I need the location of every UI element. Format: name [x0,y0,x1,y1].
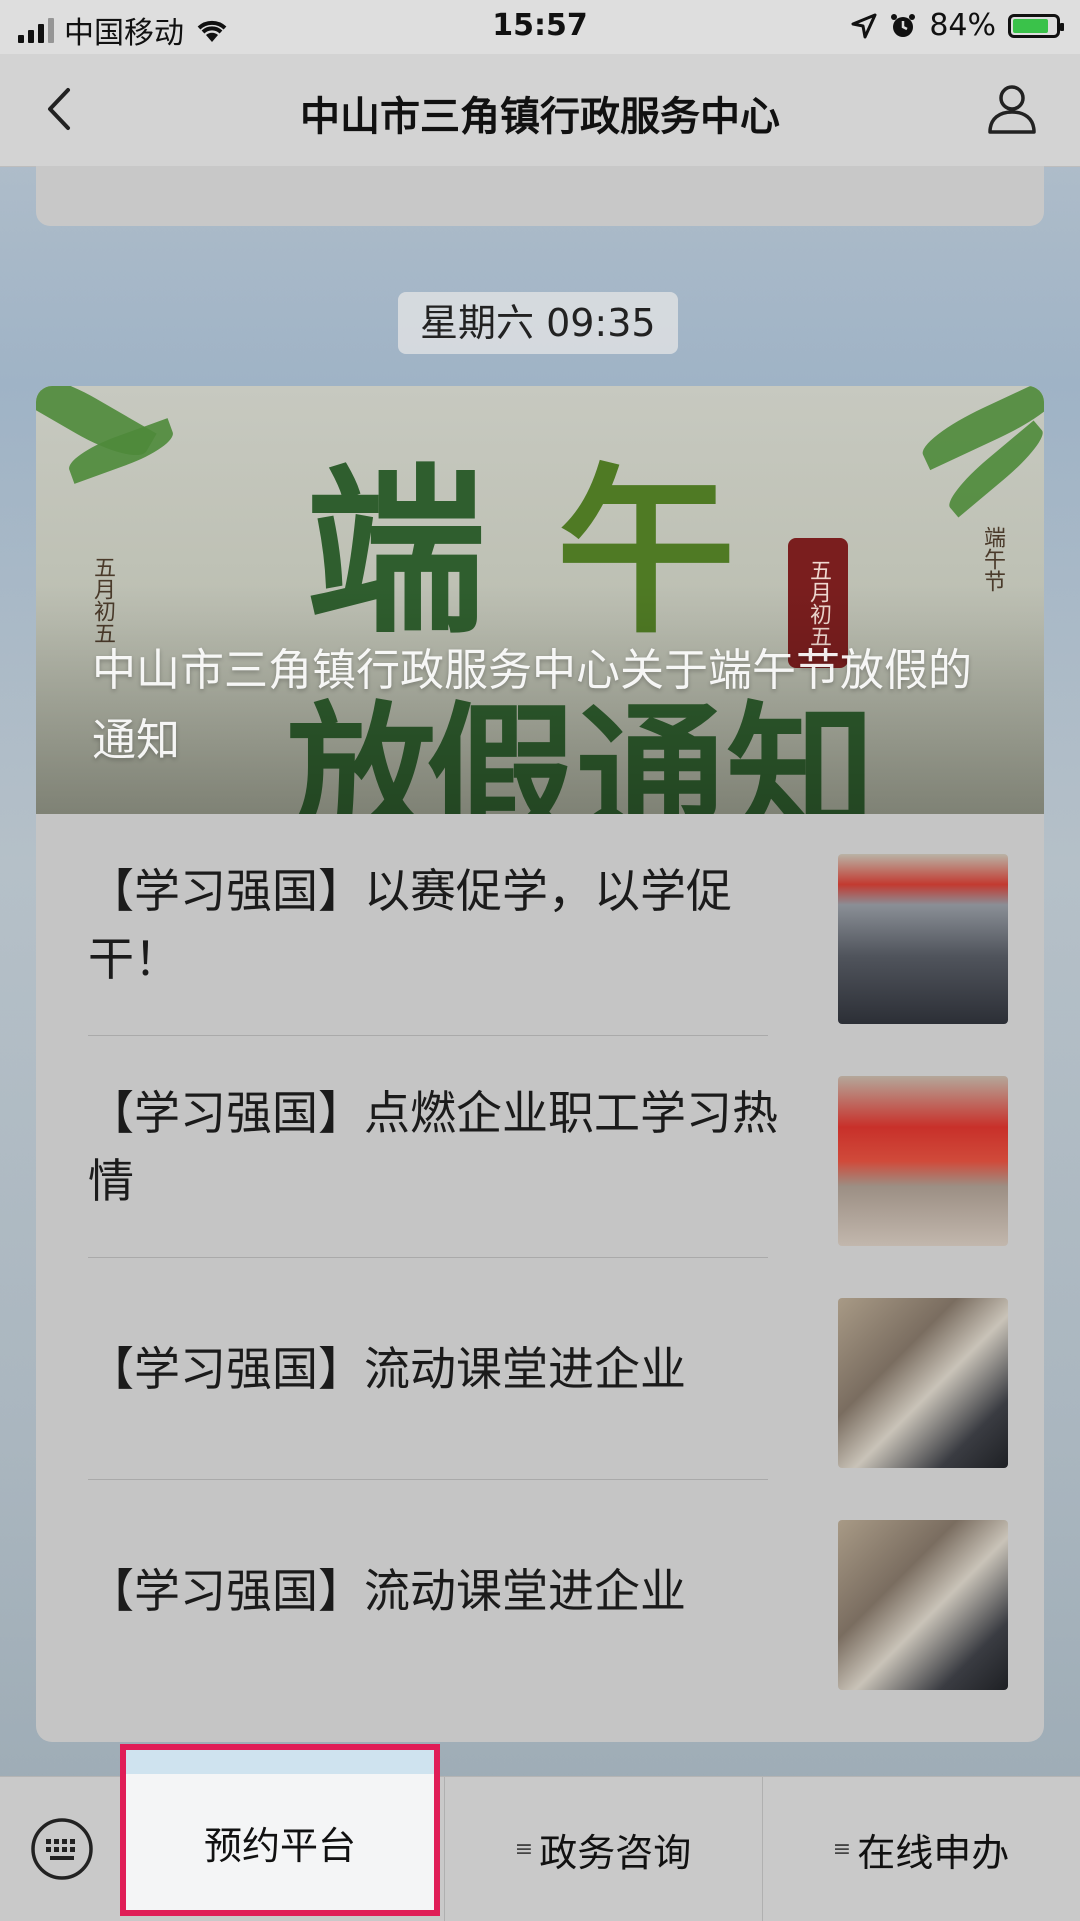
list-item[interactable]: 【学习强国】流动课堂进企业 [88,1480,1008,1702]
news-title: 【学习强国】点燃企业职工学习热情 [88,1086,778,1208]
news-card: 端 午 放 假 通 知 五月初五 五月初五 端午节 中山市三角镇行政服务中心关于… [36,386,1044,1742]
battery-icon [1008,13,1064,38]
battery-fill [1013,18,1048,33]
news-thumbnail [838,1298,1008,1468]
previous-message-card [36,166,1044,226]
status-right: 84% [851,8,1064,43]
signal-icon [18,17,54,43]
menu-label: 预约平台 [203,1823,356,1868]
menu-label: 政务咨询 [539,1830,692,1875]
battery-percent: 84% [929,8,996,43]
location-arrow-icon [851,13,877,38]
menu-label: 在线申办 [857,1830,1010,1875]
hero-side-text-right: 端午节 [980,526,1005,592]
list-item[interactable]: 【学习强国】以赛促学，以学促干！ [88,814,1008,1036]
menu-item-consult[interactable]: ≡ 政务咨询 [444,1777,762,1921]
hero-title: 中山市三角镇行政服务中心关于端午节放假的通知 [92,645,972,766]
news-title: 【学习强国】流动课堂进企业 [88,1342,686,1396]
hero-article[interactable]: 端 午 放 假 通 知 五月初五 五月初五 端午节 中山市三角镇行政服务中心关于… [36,386,1044,814]
wifi-icon [197,20,227,42]
news-title: 【学习强国】流动课堂进企业 [88,1564,686,1618]
status-bar: 中国移动 15:57 84% [0,0,1080,54]
news-thumbnail [838,1520,1008,1690]
status-left: 中国移动 [18,8,230,52]
list-item[interactable]: 【学习强国】流动课堂进企业 [88,1258,1008,1480]
carrier-label: 中国移动 [64,16,184,51]
news-title: 【学习强国】以赛促学，以学促干！ [88,864,732,986]
message-timestamp: 星期六 09:35 [398,292,678,354]
menu-item-apply-online[interactable]: ≡ 在线申办 [762,1777,1080,1921]
nav-bar: 中山市三角镇行政服务中心 [0,54,1080,167]
news-thumbnail [838,1076,1008,1246]
list-item[interactable]: 【学习强国】点燃企业职工学习热情 [88,1036,1008,1258]
back-icon[interactable] [36,84,86,134]
page-title: 中山市三角镇行政服务中心 [300,94,780,140]
alarm-icon [891,13,916,37]
submenu-icon: ≡ [514,1836,534,1862]
profile-icon[interactable] [984,80,1040,136]
news-thumbnail [838,854,1008,1024]
submenu-icon: ≡ [832,1836,852,1862]
menu-item-appointment[interactable]: 预约平台 [120,1744,440,1916]
highlight-band [126,1750,434,1774]
keyboard-icon[interactable] [30,1817,94,1881]
